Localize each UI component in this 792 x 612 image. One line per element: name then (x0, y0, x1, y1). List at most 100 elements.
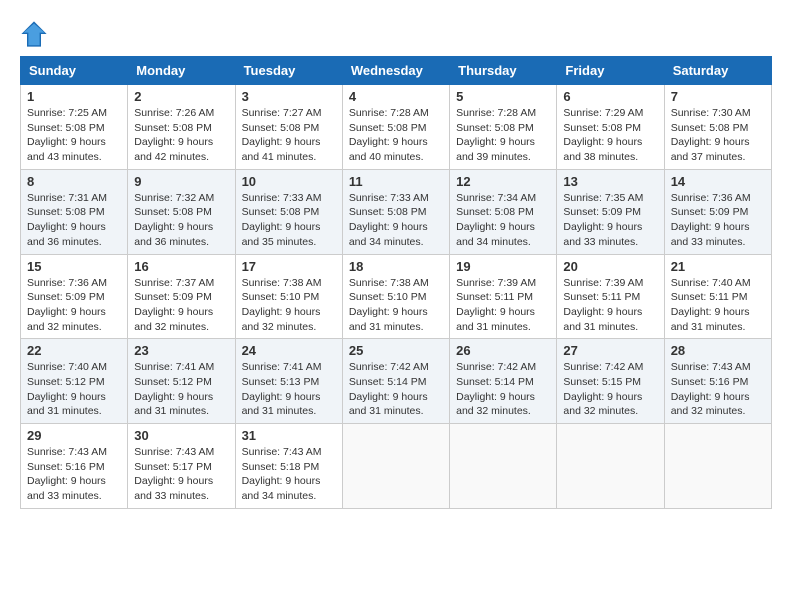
daylight-hours: Daylight: 9 hours and 33 minutes. (134, 475, 213, 502)
calendar-cell: 4 Sunrise: 7:28 AM Sunset: 5:08 PM Dayli… (342, 85, 449, 170)
day-info: Sunrise: 7:37 AM Sunset: 5:09 PM Dayligh… (134, 276, 228, 335)
calendar-body: 1 Sunrise: 7:25 AM Sunset: 5:08 PM Dayli… (21, 85, 772, 509)
logo (20, 20, 52, 48)
sunset-time: Sunset: 5:08 PM (349, 206, 427, 218)
day-info: Sunrise: 7:42 AM Sunset: 5:14 PM Dayligh… (456, 360, 550, 419)
sunset-time: Sunset: 5:15 PM (563, 376, 641, 388)
sunset-time: Sunset: 5:16 PM (27, 461, 105, 473)
daylight-hours: Daylight: 9 hours and 31 minutes. (349, 391, 428, 418)
sunset-time: Sunset: 5:17 PM (134, 461, 212, 473)
sunset-time: Sunset: 5:14 PM (349, 376, 427, 388)
calendar-cell: 30 Sunrise: 7:43 AM Sunset: 5:17 PM Dayl… (128, 424, 235, 509)
sunset-time: Sunset: 5:11 PM (671, 291, 748, 303)
day-number: 19 (456, 259, 550, 274)
header (20, 20, 772, 48)
sunrise-time: Sunrise: 7:43 AM (242, 446, 322, 458)
sunset-time: Sunset: 5:14 PM (456, 376, 534, 388)
sunrise-time: Sunrise: 7:28 AM (456, 107, 536, 119)
calendar-cell: 22 Sunrise: 7:40 AM Sunset: 5:12 PM Dayl… (21, 339, 128, 424)
sunset-time: Sunset: 5:12 PM (134, 376, 212, 388)
day-info: Sunrise: 7:36 AM Sunset: 5:09 PM Dayligh… (671, 191, 765, 250)
sunrise-time: Sunrise: 7:40 AM (27, 361, 107, 373)
day-info: Sunrise: 7:26 AM Sunset: 5:08 PM Dayligh… (134, 106, 228, 165)
week-row: 22 Sunrise: 7:40 AM Sunset: 5:12 PM Dayl… (21, 339, 772, 424)
sunset-time: Sunset: 5:10 PM (349, 291, 427, 303)
daylight-hours: Daylight: 9 hours and 35 minutes. (242, 221, 321, 248)
sunrise-time: Sunrise: 7:33 AM (349, 192, 429, 204)
daylight-hours: Daylight: 9 hours and 31 minutes. (563, 306, 642, 333)
sunrise-time: Sunrise: 7:42 AM (349, 361, 429, 373)
day-info: Sunrise: 7:34 AM Sunset: 5:08 PM Dayligh… (456, 191, 550, 250)
day-number: 4 (349, 89, 443, 104)
sunrise-time: Sunrise: 7:30 AM (671, 107, 751, 119)
sunset-time: Sunset: 5:08 PM (242, 122, 320, 134)
week-row: 8 Sunrise: 7:31 AM Sunset: 5:08 PM Dayli… (21, 169, 772, 254)
daylight-hours: Daylight: 9 hours and 34 minutes. (349, 221, 428, 248)
sunset-time: Sunset: 5:10 PM (242, 291, 320, 303)
sunrise-time: Sunrise: 7:43 AM (134, 446, 214, 458)
day-number: 20 (563, 259, 657, 274)
sunrise-time: Sunrise: 7:40 AM (671, 277, 751, 289)
sunset-time: Sunset: 5:13 PM (242, 376, 320, 388)
calendar-cell: 23 Sunrise: 7:41 AM Sunset: 5:12 PM Dayl… (128, 339, 235, 424)
day-info: Sunrise: 7:33 AM Sunset: 5:08 PM Dayligh… (349, 191, 443, 250)
day-number: 16 (134, 259, 228, 274)
day-info: Sunrise: 7:39 AM Sunset: 5:11 PM Dayligh… (563, 276, 657, 335)
day-info: Sunrise: 7:33 AM Sunset: 5:08 PM Dayligh… (242, 191, 336, 250)
day-number: 26 (456, 343, 550, 358)
day-info: Sunrise: 7:25 AM Sunset: 5:08 PM Dayligh… (27, 106, 121, 165)
sunset-time: Sunset: 5:18 PM (242, 461, 320, 473)
sunrise-time: Sunrise: 7:36 AM (27, 277, 107, 289)
daylight-hours: Daylight: 9 hours and 34 minutes. (242, 475, 321, 502)
day-number: 27 (563, 343, 657, 358)
sunset-time: Sunset: 5:08 PM (349, 122, 427, 134)
sunset-time: Sunset: 5:16 PM (671, 376, 749, 388)
daylight-hours: Daylight: 9 hours and 31 minutes. (242, 391, 321, 418)
sunrise-time: Sunrise: 7:33 AM (242, 192, 322, 204)
daylight-hours: Daylight: 9 hours and 31 minutes. (349, 306, 428, 333)
calendar-cell: 2 Sunrise: 7:26 AM Sunset: 5:08 PM Dayli… (128, 85, 235, 170)
week-row: 15 Sunrise: 7:36 AM Sunset: 5:09 PM Dayl… (21, 254, 772, 339)
calendar-cell: 28 Sunrise: 7:43 AM Sunset: 5:16 PM Dayl… (664, 339, 771, 424)
calendar-cell: 8 Sunrise: 7:31 AM Sunset: 5:08 PM Dayli… (21, 169, 128, 254)
daylight-hours: Daylight: 9 hours and 32 minutes. (242, 306, 321, 333)
sunrise-time: Sunrise: 7:26 AM (134, 107, 214, 119)
calendar-cell: 24 Sunrise: 7:41 AM Sunset: 5:13 PM Dayl… (235, 339, 342, 424)
daylight-hours: Daylight: 9 hours and 43 minutes. (27, 136, 106, 163)
daylight-hours: Daylight: 9 hours and 32 minutes. (27, 306, 106, 333)
daylight-hours: Daylight: 9 hours and 33 minutes. (563, 221, 642, 248)
calendar-cell: 3 Sunrise: 7:27 AM Sunset: 5:08 PM Dayli… (235, 85, 342, 170)
day-info: Sunrise: 7:38 AM Sunset: 5:10 PM Dayligh… (349, 276, 443, 335)
day-info: Sunrise: 7:27 AM Sunset: 5:08 PM Dayligh… (242, 106, 336, 165)
calendar: SundayMondayTuesdayWednesdayThursdayFrid… (20, 56, 772, 509)
day-info: Sunrise: 7:43 AM Sunset: 5:17 PM Dayligh… (134, 445, 228, 504)
calendar-cell (450, 424, 557, 509)
daylight-hours: Daylight: 9 hours and 33 minutes. (671, 221, 750, 248)
day-number: 11 (349, 174, 443, 189)
calendar-cell: 6 Sunrise: 7:29 AM Sunset: 5:08 PM Dayli… (557, 85, 664, 170)
daylight-hours: Daylight: 9 hours and 32 minutes. (456, 391, 535, 418)
weekday-header-saturday: Saturday (664, 57, 771, 85)
sunrise-time: Sunrise: 7:37 AM (134, 277, 214, 289)
day-number: 29 (27, 428, 121, 443)
sunrise-time: Sunrise: 7:43 AM (27, 446, 107, 458)
sunrise-time: Sunrise: 7:41 AM (242, 361, 322, 373)
sunset-time: Sunset: 5:09 PM (563, 206, 641, 218)
day-number: 14 (671, 174, 765, 189)
day-info: Sunrise: 7:28 AM Sunset: 5:08 PM Dayligh… (456, 106, 550, 165)
sunset-time: Sunset: 5:12 PM (27, 376, 105, 388)
calendar-cell: 21 Sunrise: 7:40 AM Sunset: 5:11 PM Dayl… (664, 254, 771, 339)
daylight-hours: Daylight: 9 hours and 41 minutes. (242, 136, 321, 163)
sunset-time: Sunset: 5:09 PM (27, 291, 105, 303)
day-number: 5 (456, 89, 550, 104)
daylight-hours: Daylight: 9 hours and 31 minutes. (27, 391, 106, 418)
day-info: Sunrise: 7:35 AM Sunset: 5:09 PM Dayligh… (563, 191, 657, 250)
daylight-hours: Daylight: 9 hours and 32 minutes. (134, 306, 213, 333)
sunrise-time: Sunrise: 7:42 AM (563, 361, 643, 373)
daylight-hours: Daylight: 9 hours and 36 minutes. (134, 221, 213, 248)
day-number: 8 (27, 174, 121, 189)
weekday-header-friday: Friday (557, 57, 664, 85)
sunset-time: Sunset: 5:11 PM (456, 291, 533, 303)
day-number: 10 (242, 174, 336, 189)
calendar-cell: 12 Sunrise: 7:34 AM Sunset: 5:08 PM Dayl… (450, 169, 557, 254)
